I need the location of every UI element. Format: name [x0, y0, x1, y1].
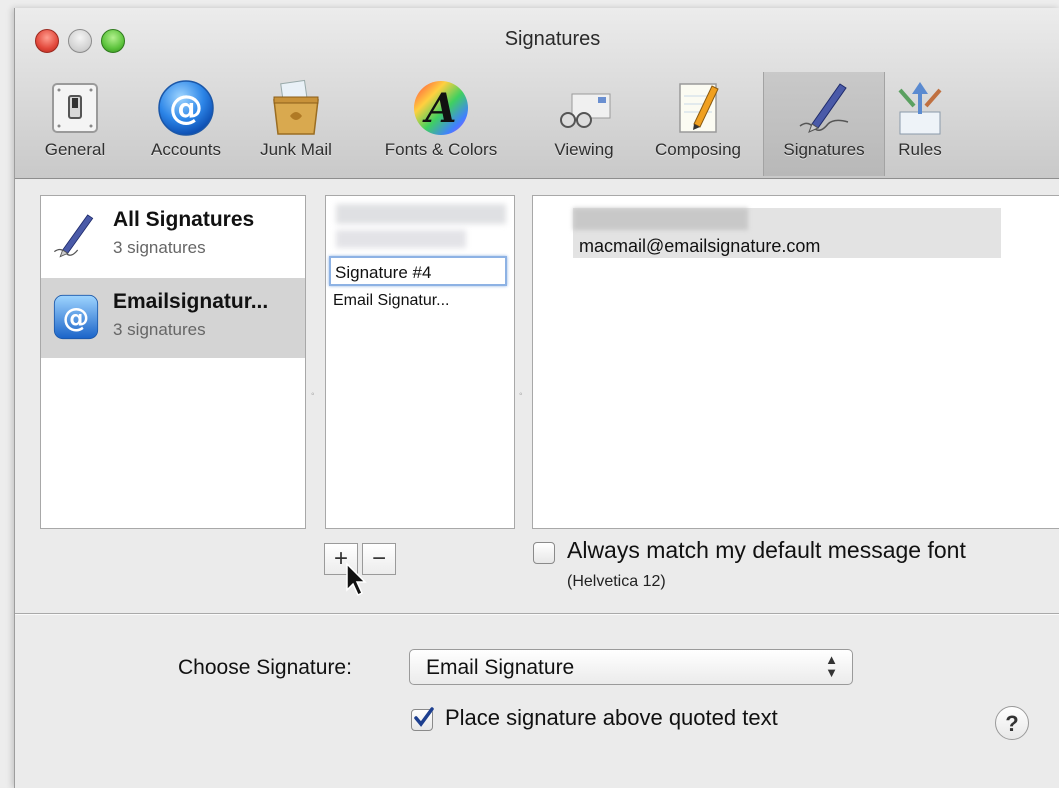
svg-text:@: @ — [63, 303, 90, 334]
at-sign-icon: @ — [158, 80, 214, 136]
pen-icon — [53, 214, 94, 258]
match-font-sublabel: (Helvetica 12) — [567, 573, 666, 590]
signature-editor[interactable]: macmail@emailsignature.com — [532, 195, 1059, 529]
blurred-signature-item — [336, 230, 466, 248]
chevron-updown-icon: ▲ ▼ — [825, 652, 838, 680]
checkmark-icon — [414, 707, 434, 727]
notepad-pencil-icon — [679, 83, 719, 133]
choose-signature-select[interactable]: Email Signature ▲ ▼ — [409, 649, 853, 685]
tab-fonts-colors[interactable]: A Fonts & Colors — [349, 72, 533, 176]
glasses-icon — [560, 93, 611, 128]
svg-text:A: A — [421, 85, 456, 132]
blurred-signature-item — [336, 204, 506, 224]
splitter-handle[interactable]: ◦ — [519, 389, 524, 400]
account-list[interactable]: All Signatures 3 signatures @ Emailsigna… — [40, 195, 306, 529]
account-item-all-signatures[interactable]: All Signatures 3 signatures — [41, 196, 305, 276]
tab-rules[interactable]: Rules — [885, 72, 955, 176]
signature-list-item[interactable]: Email Signatur... — [333, 292, 450, 310]
account-item-emailsignature[interactable]: @ Emailsignatur... 3 signatures — [41, 278, 305, 358]
window-title: Signatures — [504, 28, 601, 50]
preferences-window: Signatures General @ Accounts Junk Mail … — [14, 8, 1059, 788]
tab-rules-label: Rules — [898, 140, 942, 159]
tab-junk-mail-label: Junk Mail — [260, 140, 332, 159]
trash-bin-icon — [273, 79, 319, 135]
signature-name-field[interactable]: Signature #4 — [329, 256, 507, 286]
match-font-label: Always match my default message font — [567, 537, 966, 563]
tab-composing[interactable]: Composing — [635, 72, 761, 176]
section-divider — [15, 613, 1059, 615]
at-sign-icon: @ — [53, 294, 99, 340]
font-color-icon: A — [414, 81, 468, 135]
arrows-icon — [898, 82, 942, 135]
tab-accounts[interactable]: @ Accounts — [129, 72, 243, 176]
signature-email-text[interactable]: macmail@emailsignature.com — [579, 236, 820, 257]
blurred-text — [573, 208, 748, 230]
account-name: Emailsignatur... — [113, 290, 269, 313]
tab-viewing-label: Viewing — [554, 140, 614, 159]
signature-list[interactable]: Signature #4 Email Signatur... — [325, 195, 515, 529]
place-above-label: Place signature above quoted text — [445, 705, 778, 730]
tab-fonts-colors-label: Fonts & Colors — [384, 140, 498, 159]
tab-signatures-label: Signatures — [783, 140, 865, 159]
tab-general-label: General — [44, 140, 106, 159]
tab-general[interactable]: General — [23, 72, 127, 176]
account-count: 3 signatures — [113, 320, 206, 339]
title-bar: Signatures General @ Accounts Junk Mail … — [15, 8, 1059, 179]
tab-junk-mail[interactable]: Junk Mail — [245, 72, 347, 176]
choose-signature-value: Email Signature — [426, 656, 575, 679]
account-name: All Signatures — [113, 208, 255, 231]
place-above-checkbox[interactable] — [411, 707, 434, 731]
svg-text:@: @ — [169, 88, 203, 128]
mouse-cursor-icon — [346, 562, 367, 597]
tab-accounts-label: Accounts — [151, 140, 221, 159]
pen-icon — [799, 83, 849, 133]
splitter-handle[interactable]: ◦ — [311, 389, 316, 400]
switch-icon — [52, 83, 98, 133]
signatures-panel: All Signatures 3 signatures @ Emailsigna… — [15, 179, 1059, 788]
tab-signatures[interactable]: Signatures — [763, 72, 885, 176]
account-count: 3 signatures — [113, 238, 206, 257]
tab-viewing[interactable]: Viewing — [535, 72, 633, 176]
choose-signature-label: Choose Signature: — [178, 656, 352, 679]
tab-composing-label: Composing — [655, 140, 741, 159]
help-button[interactable]: ? — [995, 706, 1029, 740]
match-font-checkbox[interactable] — [533, 542, 555, 564]
